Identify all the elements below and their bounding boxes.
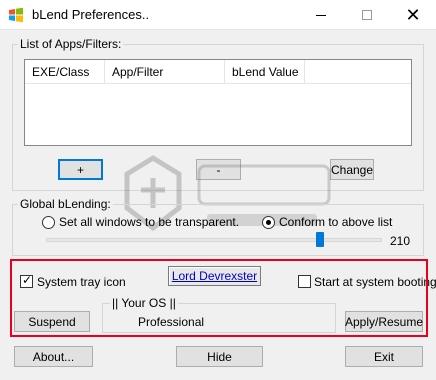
close-icon: ✕ [405, 4, 421, 25]
column-app-filter[interactable]: App/Filter [105, 60, 225, 84]
maximize-icon [362, 10, 372, 20]
conform-to-list-radio[interactable] [262, 216, 275, 229]
blend-slider-track[interactable] [46, 238, 382, 242]
about-button[interactable]: About... [14, 346, 93, 367]
title-bar: bLend Preferences.. ✕ [0, 0, 436, 30]
remove-button[interactable]: - [196, 159, 241, 180]
start-at-boot-checkbox[interactable] [298, 275, 311, 288]
blend-value-label: 210 [390, 234, 411, 248]
minimize-button[interactable] [298, 0, 344, 30]
system-tray-label: System tray icon [37, 275, 126, 289]
suspend-button[interactable]: Suspend [14, 311, 90, 332]
conform-to-list-label: Conform to above list [279, 215, 393, 229]
set-all-transparent-radio[interactable] [42, 216, 55, 229]
os-value: Professional [138, 315, 205, 329]
global-blending-group [12, 204, 424, 256]
apps-list-view[interactable]: EXE/Class App/Filter bLend Value [24, 59, 412, 146]
apply-resume-button[interactable]: Apply/Resume [345, 311, 423, 332]
your-os-group-label: || Your OS || [110, 296, 178, 310]
column-exe-class[interactable]: EXE/Class [25, 60, 105, 84]
author-link-box[interactable]: Lord Devrexster [168, 266, 261, 286]
exit-button[interactable]: Exit [345, 346, 423, 367]
column-blend-value[interactable]: bLend Value [225, 60, 305, 84]
window-title: bLend Preferences.. [32, 7, 150, 22]
set-all-transparent-label: Set all windows to be transparent. [59, 215, 240, 229]
close-button[interactable]: ✕ [390, 0, 436, 30]
apps-filters-group-label: List of Apps/Filters: [18, 37, 124, 51]
change-button[interactable]: Change [330, 159, 374, 180]
system-tray-checkbox[interactable]: ✓ [20, 273, 33, 288]
global-blending-group-label: Global bLending: [18, 197, 113, 211]
start-at-boot-label: Start at system booting. [314, 275, 436, 289]
maximize-button[interactable] [344, 0, 390, 30]
check-icon: ✓ [22, 273, 33, 287]
add-button[interactable]: + [58, 159, 103, 180]
hide-button[interactable]: Hide [176, 346, 263, 367]
blend-slider-thumb[interactable] [316, 232, 325, 247]
minimize-icon [316, 14, 326, 16]
windows-logo-icon [9, 7, 23, 23]
list-header: EXE/Class App/Filter bLend Value [25, 60, 411, 84]
author-link[interactable]: Lord Devrexster [172, 269, 257, 283]
